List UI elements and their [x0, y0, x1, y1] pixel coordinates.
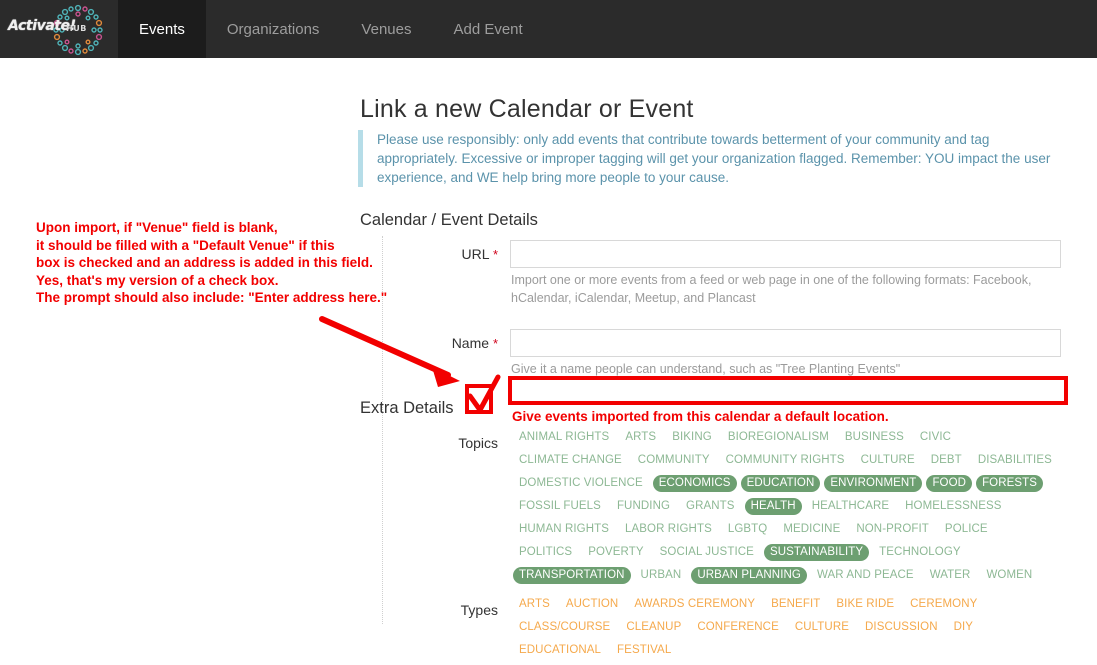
topic-tag-human-rights[interactable]: HUMAN RIGHTS	[513, 521, 615, 538]
responsible-use-notice: Please use responsibly: only add events …	[358, 130, 1058, 187]
topic-tag-environment[interactable]: ENVIRONMENT	[824, 475, 923, 492]
url-required-marker: *	[492, 247, 498, 262]
type-tag-arts[interactable]: ARTS	[513, 596, 556, 613]
annotation-line-3: box is checked and an address is added i…	[36, 255, 373, 270]
topic-tag-economics[interactable]: ECONOMICS	[652, 475, 737, 492]
topic-tag-homelessness[interactable]: HOMELESSNESS	[899, 498, 1007, 515]
type-tag-ceremony[interactable]: CEREMONY	[904, 596, 983, 613]
page-title: Link a new Calendar or Event	[360, 94, 694, 123]
topic-tag-grants[interactable]: GRANTS	[680, 498, 741, 515]
topic-tag-funding[interactable]: FUNDING	[611, 498, 676, 515]
topic-tag-debt[interactable]: DEBT	[925, 452, 968, 469]
url-input[interactable]	[510, 240, 1061, 268]
type-tag-educational[interactable]: EDUCATIONAL	[513, 642, 607, 659]
topic-tag-urban[interactable]: URBAN	[635, 567, 688, 584]
topic-tag-culture[interactable]: CULTURE	[855, 452, 921, 469]
type-tag-auction[interactable]: AUCTION	[560, 596, 624, 613]
topic-tag-fossil-fuels[interactable]: FOSSIL FUELS	[513, 498, 607, 515]
topics-tag-cloud: ANIMAL RIGHTS ARTS BIKING BIOREGIONALISM BUS…	[511, 429, 1062, 590]
topic-tag-food[interactable]: FOOD	[926, 475, 973, 492]
default-location-input[interactable]	[508, 376, 1068, 405]
topic-tag-urban-planning[interactable]: URBAN PLANNING	[691, 567, 807, 584]
topic-tag-social-justice[interactable]: SOCIAL JUSTICE	[654, 544, 760, 561]
topic-tag-labor-rights[interactable]: LABOR RIGHTS	[619, 521, 718, 538]
types-group-label: Types	[460, 602, 498, 618]
topic-tag-biking[interactable]: BIKING	[666, 429, 718, 446]
topic-tag-sustainability[interactable]: SUSTAINABILITY	[763, 544, 870, 561]
topic-tag-animal-rights[interactable]: ANIMAL RIGHTS	[513, 429, 615, 446]
top-navigation-bar: Activate! HUB Events Organizations Venue…	[0, 0, 1097, 58]
topic-tag-police[interactable]: POLICE	[939, 521, 994, 538]
nav-item-add-event[interactable]: Add Event	[432, 0, 543, 58]
topic-tag-business[interactable]: BUSINESS	[839, 429, 910, 446]
type-tag-diy[interactable]: DIY	[948, 619, 979, 636]
topic-tag-poverty[interactable]: POVERTY	[582, 544, 649, 561]
topic-tag-medicine[interactable]: MEDICINE	[777, 521, 846, 538]
annotation-line-2: it should be filled with a "Default Venu…	[36, 237, 335, 253]
topic-tag-civic[interactable]: CIVIC	[914, 429, 957, 446]
venue-default-annotation-text: Upon import, if "Venue" field is blank, …	[36, 219, 387, 307]
topic-tag-transportation[interactable]: TRANSPORTATION	[513, 567, 631, 584]
topic-tag-water[interactable]: WATER	[924, 567, 977, 584]
topic-tag-bioregionalism[interactable]: BIOREGIONALISM	[722, 429, 835, 446]
topic-tag-arts[interactable]: ARTS	[619, 429, 662, 446]
topics-group-label: Topics	[458, 435, 498, 451]
brand-logo-link[interactable]: Activate! HUB	[0, 0, 118, 58]
annotation-line-4: Yes, that's my version of a check box.	[36, 272, 279, 288]
type-tag-class-course[interactable]: CLASS/COURSE	[513, 619, 616, 636]
type-tag-culture[interactable]: CULTURE	[789, 619, 855, 636]
name-required-marker: *	[492, 336, 498, 351]
notice-text: Please use responsibly: only add events …	[377, 132, 1051, 185]
topic-tag-women[interactable]: WOMEN	[980, 567, 1038, 584]
topic-tag-non-profit[interactable]: NON-PROFIT	[850, 521, 935, 538]
topic-tag-domestic-violence[interactable]: DOMESTIC VIOLENCE	[513, 475, 649, 492]
topic-tag-disabilities[interactable]: DISABILITIES	[972, 452, 1058, 469]
type-tag-cleanup[interactable]: CLEANUP	[620, 619, 687, 636]
nav-item-events[interactable]: Events	[118, 0, 206, 58]
nav-item-venues[interactable]: Venues	[340, 0, 432, 58]
url-label-text: URL	[461, 246, 490, 262]
section-heading-extra-details: Extra Details	[360, 399, 454, 417]
type-tag-discussion[interactable]: DISCUSSION	[859, 619, 944, 636]
brand-hub-text: HUB	[66, 24, 87, 33]
topic-tag-health[interactable]: HEALTH	[744, 498, 802, 515]
type-tag-benefit[interactable]: BENEFIT	[765, 596, 826, 613]
activate-hub-logo: Activate! HUB	[0, 0, 118, 58]
topic-tag-war-and-peace[interactable]: WAR AND PEACE	[811, 567, 920, 584]
nav-item-organizations[interactable]: Organizations	[206, 0, 341, 58]
annotation-line-5: The prompt should also include: "Enter a…	[36, 290, 388, 305]
default-location-annotation-caption: Give events imported from this calendar …	[512, 409, 889, 424]
nav-items-list: Events Organizations Venues Add Event	[118, 0, 544, 58]
type-tag-conference[interactable]: CONFERENCE	[691, 619, 785, 636]
url-field-label: URL *	[400, 246, 498, 262]
topic-tag-lgbtq[interactable]: LGBTQ	[722, 521, 773, 538]
type-tag-awards-ceremony[interactable]: AWARDS CEREMONY	[628, 596, 761, 613]
topic-tag-politics[interactable]: POLITICS	[513, 544, 578, 561]
url-help-text: Import one or more events from a feed or…	[511, 273, 1032, 305]
type-tag-bike-ride[interactable]: BIKE RIDE	[830, 596, 900, 613]
topic-tag-forests[interactable]: FORESTS	[976, 475, 1044, 492]
topic-tag-healthcare[interactable]: HEALTHCARE	[806, 498, 895, 515]
topic-tag-community[interactable]: COMMUNITY	[632, 452, 716, 469]
type-tag-festival[interactable]: FESTIVAL	[611, 642, 677, 659]
annotation-line-1: Upon import, if "Venue" field is blank,	[36, 220, 278, 235]
topic-tag-climate-change[interactable]: CLIMATE CHANGE	[513, 452, 628, 469]
topic-tag-community-rights[interactable]: COMMUNITY RIGHTS	[720, 452, 851, 469]
name-input[interactable]	[510, 329, 1061, 357]
red-arrow-annotation-icon	[319, 316, 460, 387]
topic-tag-technology[interactable]: TECHNOLOGY	[873, 544, 967, 561]
types-tag-cloud: ARTS AUCTION AWARDS CEREMONY BENEFIT BIKE RI…	[511, 596, 1076, 665]
topic-tag-education[interactable]: EDUCATION	[740, 475, 821, 492]
